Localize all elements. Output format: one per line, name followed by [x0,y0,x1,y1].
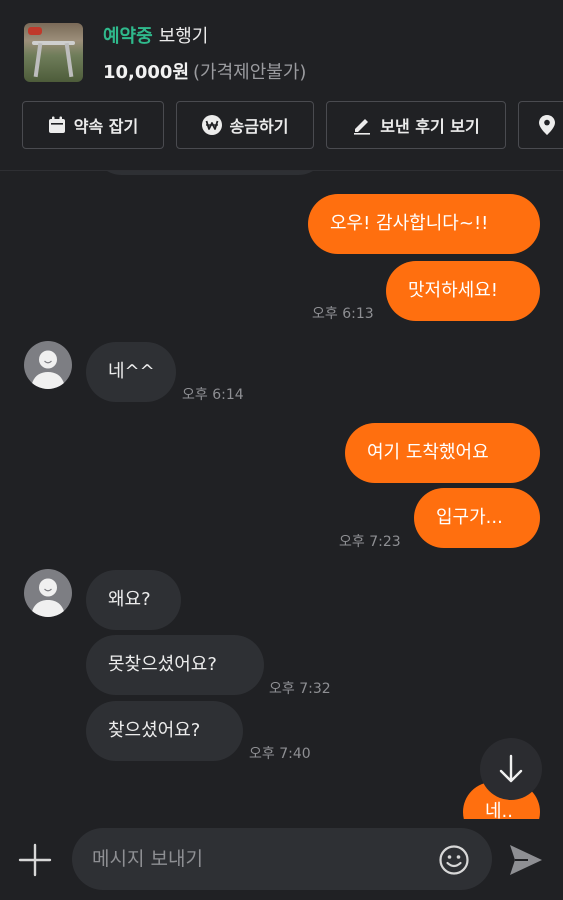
view-sent-review-button[interactable]: 보낸 후기 보기 [326,101,506,149]
item-thumbnail[interactable] [24,23,83,82]
make-appointment-label: 약속 잡기 [73,117,139,136]
view-sent-review-label: 보낸 후기 보기 [380,117,480,136]
plus-icon [18,843,52,877]
message-input[interactable] [72,828,492,890]
partner-avatar[interactable] [24,569,72,617]
message-time: 오후 7:40 [249,746,311,762]
my-message-bubble[interactable]: 맛저하세요! [386,261,540,321]
partner-message-bubble[interactable]: 찾으셨어요? [86,701,243,761]
chat-header: 예약중 보행기 10,000원 (가격제안불가) 약속 잡기 송금하기 보낸 후기 … [0,0,563,171]
location-button[interactable] [518,101,563,149]
send-money-label: 송금하기 [229,117,289,136]
item-price: 10,000원 [103,62,190,83]
message-list[interactable]: 오우! 감사합니다~!! 맛저하세요! 오후 6:13 네^^ 오후 6:14 … [0,171,563,819]
scroll-to-bottom-button[interactable] [480,738,542,800]
send-money-button[interactable]: 송금하기 [176,101,314,149]
message-time: 오후 7:32 [269,681,331,697]
send-icon [510,845,542,875]
message-time: 오후 6:13 [312,306,374,322]
message-composer [0,819,563,900]
default-profile-icon [31,578,65,617]
partner-message-bubble[interactable]: 왜요? [86,570,181,630]
partner-message-bubble[interactable]: 네^^ [86,342,176,402]
item-price-row: 10,000원 (가격제안불가) [103,58,306,84]
action-bar: 약속 잡기 송금하기 보낸 후기 보기 [22,101,563,152]
partner-avatar[interactable] [24,341,72,389]
my-message-bubble[interactable]: 여기 도착했어요 [345,423,540,483]
calendar-icon [48,116,65,133]
item-title: 보행기 [158,26,209,47]
item-title-row[interactable]: 예약중 보행기 [103,22,208,48]
partner-message-bubble[interactable]: 못찾으셨어요? [86,635,264,695]
arrow-down-icon [499,754,523,783]
message-time: 오후 6:14 [182,387,244,403]
emoji-button[interactable] [438,844,470,876]
make-appointment-button[interactable]: 약속 잡기 [22,101,164,149]
won-icon [201,115,222,135]
pencil-icon [354,119,371,135]
status-badge: 예약중 [103,26,153,47]
message-time: 오후 7:23 [339,534,401,550]
send-button[interactable] [508,843,544,877]
location-pin-icon [539,115,555,135]
default-profile-icon [31,350,65,389]
my-message-bubble[interactable]: 오우! 감사합니다~!! [308,194,540,254]
smile-icon [439,845,469,875]
previous-message-bubble [92,171,328,175]
price-note: (가격제안불가) [193,62,307,83]
attach-button[interactable] [18,843,52,877]
my-message-bubble[interactable]: 입구가... [414,488,540,548]
